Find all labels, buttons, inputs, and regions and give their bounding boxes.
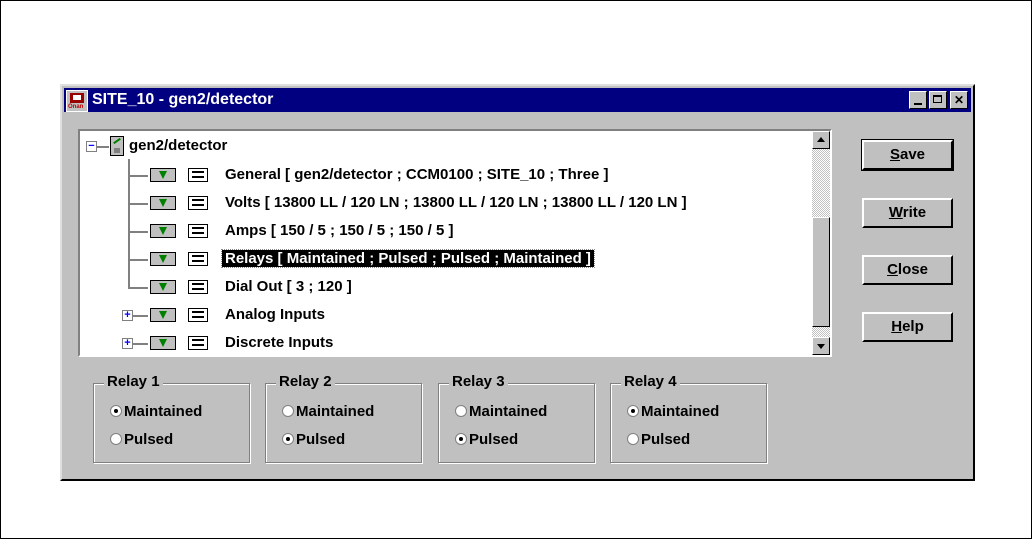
relay-2-maintained-radio[interactable]: Maintained xyxy=(282,402,374,422)
relay-3-pulsed-radio[interactable]: Pulsed xyxy=(455,430,518,450)
tree-item-analog-inputs[interactable]: Analog Inputs xyxy=(222,303,328,327)
relay-1-maintained-radio[interactable]: Maintained xyxy=(110,402,202,422)
tree-item-label: Analog Inputs xyxy=(225,306,325,323)
relay-1-group: Relay 1 Maintained Pulsed xyxy=(93,373,250,463)
window-title: SITE_10 - gen2/detector xyxy=(92,91,274,108)
relay-2-pulsed-radio[interactable]: Pulsed xyxy=(282,430,345,450)
radio-selected-icon xyxy=(455,433,467,445)
module-icon xyxy=(150,168,176,182)
tree-connector xyxy=(97,146,109,148)
relay-group-title: Relay 1 xyxy=(104,373,163,391)
relay-2-group: Relay 2 Maintained Pulsed xyxy=(265,373,422,463)
tree-item-relays[interactable]: Relays [ Maintained ; Pulsed ; Pulsed ; … xyxy=(221,247,595,271)
screenshot-frame: Onan SITE_10 - gen2/detector ✕ − gen2/de… xyxy=(0,0,1032,539)
properties-icon xyxy=(188,196,208,210)
root-collapse-icon[interactable]: − xyxy=(86,141,97,152)
tree-trunk-line xyxy=(128,159,130,289)
save-button[interactable]: Save xyxy=(861,139,954,171)
tree-item-label: Volts [ 13800 LL / 120 LN ; 13800 LL / 1… xyxy=(225,194,687,211)
tree-item-general[interactable]: General [ gen2/detector ; CCM0100 ; SITE… xyxy=(222,163,611,187)
scroll-down-arrow-icon[interactable] xyxy=(812,337,830,355)
expand-analog-inputs-icon[interactable]: + xyxy=(122,310,133,321)
radio-unselected-icon xyxy=(110,433,122,445)
tree-item-volts[interactable]: Volts [ 13800 LL / 120 LN ; 13800 LL / 1… xyxy=(222,191,690,215)
minimize-button[interactable] xyxy=(909,91,927,109)
module-icon xyxy=(150,196,176,210)
write-button[interactable]: Write xyxy=(862,198,953,228)
tree-connector xyxy=(128,203,148,205)
tree-item-label: Amps [ 150 / 5 ; 150 / 5 ; 150 / 5 ] xyxy=(225,222,454,239)
tree-item-discrete-inputs[interactable]: Discrete Inputs xyxy=(222,331,336,355)
tree-item-label: Discrete Inputs xyxy=(225,334,334,351)
relay-group-title: Relay 3 xyxy=(449,373,508,391)
tree-vertical-scrollbar[interactable] xyxy=(812,131,830,355)
detector-device-icon xyxy=(110,136,124,156)
expand-discrete-inputs-icon[interactable]: + xyxy=(122,338,133,349)
tree-item-dial-out[interactable]: Dial Out [ 3 ; 120 ] xyxy=(222,275,355,299)
radio-selected-icon xyxy=(282,433,294,445)
tree-connector xyxy=(128,175,148,177)
close-window-button[interactable]: ✕ xyxy=(950,91,968,109)
properties-icon xyxy=(188,168,208,182)
module-icon xyxy=(150,252,176,266)
scrollbar-thumb[interactable] xyxy=(812,217,830,327)
relay-4-group: Relay 4 Maintained Pulsed xyxy=(610,373,767,463)
tree-item-amps[interactable]: Amps [ 150 / 5 ; 150 / 5 ; 150 / 5 ] xyxy=(222,219,456,243)
config-tree-view[interactable]: − gen2/detector General [ gen2/detector … xyxy=(78,129,832,357)
module-icon xyxy=(150,308,176,322)
radio-unselected-icon xyxy=(282,405,294,417)
scroll-up-arrow-icon[interactable] xyxy=(812,131,830,149)
properties-icon xyxy=(188,336,208,350)
properties-icon xyxy=(188,280,208,294)
properties-icon xyxy=(188,308,208,322)
tree-root[interactable]: gen2/detector xyxy=(126,134,230,158)
tree-connector xyxy=(133,315,148,317)
relay-3-maintained-radio[interactable]: Maintained xyxy=(455,402,547,422)
relay-1-pulsed-radio[interactable]: Pulsed xyxy=(110,430,173,450)
app-icon-caption: Onan xyxy=(68,104,84,110)
relay-group-title: Relay 4 xyxy=(621,373,680,391)
radio-selected-icon xyxy=(627,405,639,417)
relay-group-title: Relay 2 xyxy=(276,373,335,391)
tree-connector xyxy=(128,231,148,233)
properties-icon xyxy=(188,224,208,238)
tree-connector xyxy=(128,287,148,289)
module-icon xyxy=(150,280,176,294)
help-button[interactable]: Help xyxy=(862,312,953,342)
properties-icon xyxy=(188,252,208,266)
radio-selected-icon xyxy=(110,405,122,417)
close-button[interactable]: Close xyxy=(862,255,953,285)
tree-connector xyxy=(128,259,148,261)
module-icon xyxy=(150,224,176,238)
relay-3-group: Relay 3 Maintained Pulsed xyxy=(438,373,595,463)
radio-unselected-icon xyxy=(455,405,467,417)
tree-item-label: Dial Out [ 3 ; 120 ] xyxy=(225,278,352,295)
maximize-button[interactable] xyxy=(929,91,947,109)
tree-root-label: gen2/detector xyxy=(129,137,228,154)
dialog-window: Onan SITE_10 - gen2/detector ✕ − gen2/de… xyxy=(60,84,975,481)
relay-4-pulsed-radio[interactable]: Pulsed xyxy=(627,430,690,450)
radio-unselected-icon xyxy=(627,433,639,445)
tree-connector xyxy=(133,343,148,345)
relay-4-maintained-radio[interactable]: Maintained xyxy=(627,402,719,422)
onan-app-icon[interactable]: Onan xyxy=(66,90,88,112)
tree-item-label: Relays [ Maintained ; Pulsed ; Pulsed ; … xyxy=(221,249,595,268)
module-icon xyxy=(150,336,176,350)
tree-item-label: General [ gen2/detector ; CCM0100 ; SITE… xyxy=(225,166,609,183)
title-bar[interactable]: Onan SITE_10 - gen2/detector ✕ xyxy=(64,88,971,112)
